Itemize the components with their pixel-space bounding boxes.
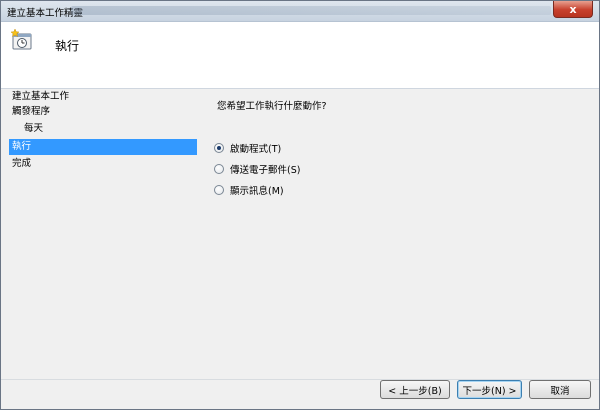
option-display-message-label: 顯示訊息(M) <box>230 186 284 197</box>
radio-display-message[interactable] <box>214 185 224 195</box>
wizard-content: 您希望工作執行什麼動作? 啟動程式(T) 傳送電子郵件(S) 顯示訊息(M) <box>201 89 599 379</box>
cancel-button[interactable]: 取消 <box>529 380 591 399</box>
option-display-message[interactable]: 顯示訊息(M) <box>214 182 284 198</box>
close-button[interactable]: x <box>553 1 593 18</box>
wizard-steps-sidebar: 建立基本工作 觸發程序 每天 執行 完成 <box>1 89 201 379</box>
option-send-email-label: 傳送電子郵件(S) <box>230 165 301 176</box>
back-button[interactable]: < 上一步(B) <box>380 380 450 399</box>
option-start-program-label: 啟動程式(T) <box>230 144 282 155</box>
radio-start-program[interactable] <box>214 143 224 153</box>
step-action[interactable]: 執行 <box>9 139 197 155</box>
background-window-text-blur <box>71 6 551 15</box>
next-button[interactable]: 下一步(N) > <box>457 380 522 399</box>
option-send-email[interactable]: 傳送電子郵件(S) <box>214 161 300 177</box>
step-trigger[interactable]: 觸發程序 <box>9 104 197 120</box>
step-create-basic-task[interactable]: 建立基本工作 <box>9 89 197 105</box>
action-question-label: 您希望工作執行什麼動作? <box>217 101 327 112</box>
wizard-window: 建立基本工作精靈 x 執行 建立基本工作 觸發程序 每天 執行 完成 您希望工作… <box>0 0 600 410</box>
page-title: 執行 <box>55 39 80 53</box>
title-bar[interactable]: 建立基本工作精靈 x <box>1 1 599 22</box>
radio-send-email[interactable] <box>214 164 224 174</box>
task-clock-icon <box>11 28 32 50</box>
step-finish[interactable]: 完成 <box>9 156 197 172</box>
option-start-program[interactable]: 啟動程式(T) <box>214 140 281 156</box>
step-daily[interactable]: 每天 <box>9 121 197 137</box>
wizard-header: 執行 <box>1 22 599 89</box>
